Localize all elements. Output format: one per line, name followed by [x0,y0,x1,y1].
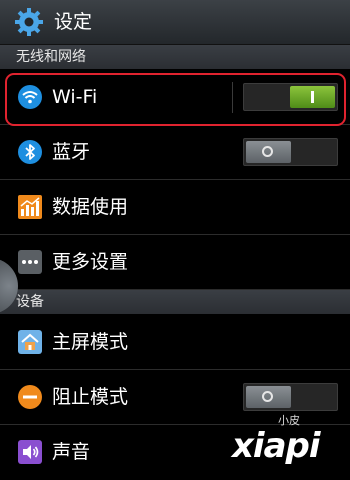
bluetooth-label: 蓝牙 [52,141,91,163]
wifi-toggle[interactable] [243,83,338,111]
bluetooth-icon [18,140,42,164]
title-bar: 设定 [0,0,350,45]
wifi-icon [18,85,42,109]
page-title: 设定 [54,11,93,33]
settings-row-data-usage[interactable]: 数据使用 [0,180,350,235]
data-usage-icon [18,195,42,219]
settings-row-home-mode[interactable]: 主屏模式 [0,315,350,370]
more-icon [18,250,42,274]
toggle-off-knob [246,141,291,163]
section-header-device: 设备 [0,290,350,314]
wifi-label: Wi-Fi [52,86,98,108]
bluetooth-toggle[interactable] [243,138,338,166]
more-settings-label: 更多设置 [52,251,129,273]
gear-icon[interactable] [14,7,44,37]
section-header-wireless: 无线和网络 [0,45,350,69]
blocking-icon [18,385,42,409]
sound-label: 声音 [52,441,91,463]
watermark-logo-text: xiapi [232,426,321,466]
toggle-off-knob [246,386,291,408]
blocking-mode-label: 阻止模式 [52,386,129,408]
settings-row-bluetooth[interactable]: 蓝牙 [0,125,350,180]
watermark: 小皮 xiapi [232,414,347,468]
data-usage-label: 数据使用 [52,196,129,218]
settings-row-more[interactable]: 更多设置 [0,235,350,290]
home-mode-label: 主屏模式 [52,331,129,353]
home-screen-icon [18,330,42,354]
blocking-mode-toggle[interactable] [243,383,338,411]
divider [232,82,233,113]
settings-row-wifi[interactable]: Wi-Fi [0,70,350,125]
speaker-icon [18,440,42,464]
toggle-on-knob [290,86,335,108]
